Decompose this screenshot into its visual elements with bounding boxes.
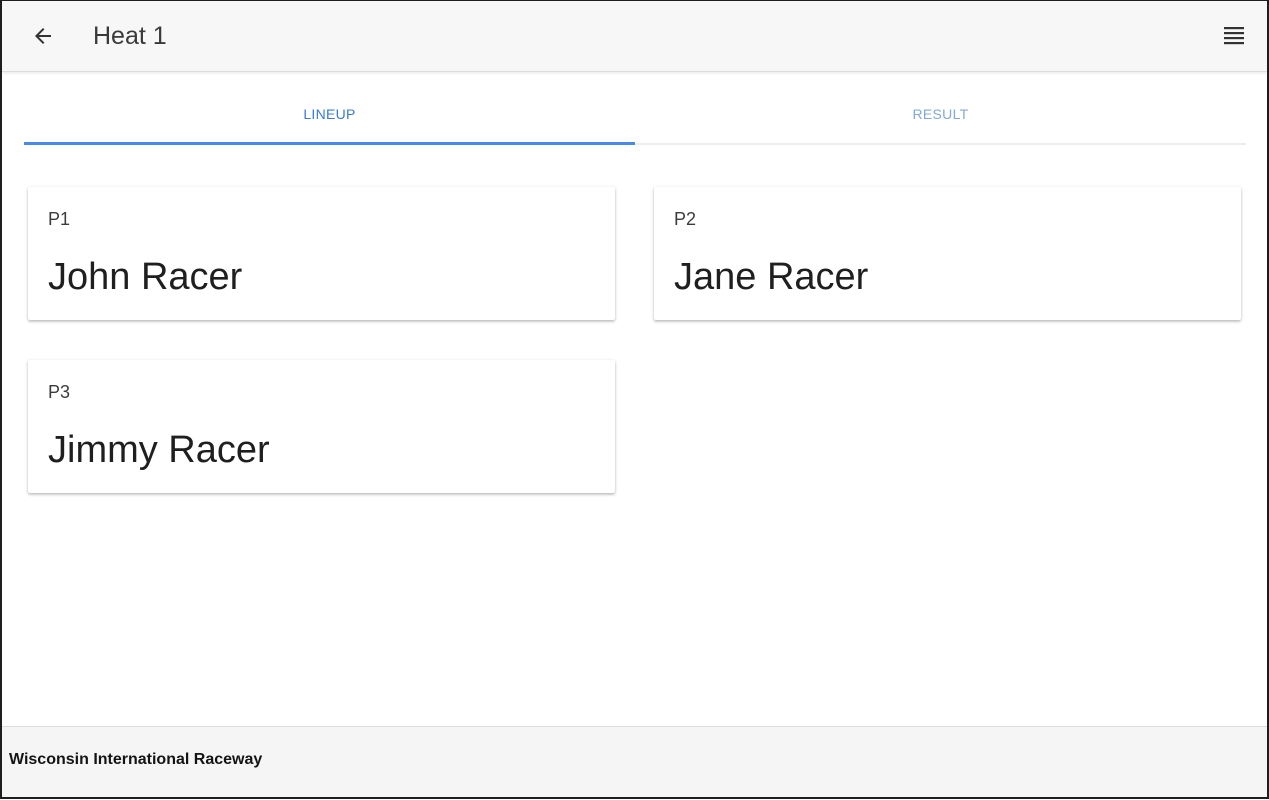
tab-result[interactable]: RESULT (635, 87, 1246, 143)
app-window: Heat 1 LINEUP RESULT P1 John Racer P2 Ja… (0, 0, 1269, 799)
footer-track-name: Wisconsin International Raceway (9, 751, 263, 768)
grid-position: P1 (48, 209, 71, 229)
menu-button[interactable] (1217, 19, 1251, 53)
racer-name: Jane Racer (674, 256, 869, 298)
arrow-left-icon (35, 28, 51, 44)
grid-position: P2 (674, 209, 697, 229)
grid-position: P3 (48, 382, 71, 402)
tab-lineup[interactable]: LINEUP (24, 87, 635, 143)
lineup-card-p2[interactable]: P2 Jane Racer (654, 187, 1241, 320)
racer-name: Jimmy Racer (48, 429, 270, 471)
tab-result-label: RESULT (912, 106, 969, 122)
tab-lineup-label: LINEUP (303, 106, 356, 122)
tab-bar: LINEUP RESULT (24, 87, 1246, 145)
menu-lines-icon (1224, 27, 1244, 45)
lineup-card-p3[interactable]: P3 Jimmy Racer (28, 360, 615, 493)
footer: Wisconsin International Raceway (2, 726, 1267, 797)
lineup-card-p1[interactable]: P1 John Racer (28, 187, 615, 320)
racer-name: John Racer (48, 256, 243, 298)
page-title: Heat 1 (93, 22, 167, 50)
back-button[interactable] (26, 19, 60, 53)
app-bar: Heat 1 (2, 1, 1267, 72)
active-tab-indicator (24, 142, 635, 145)
